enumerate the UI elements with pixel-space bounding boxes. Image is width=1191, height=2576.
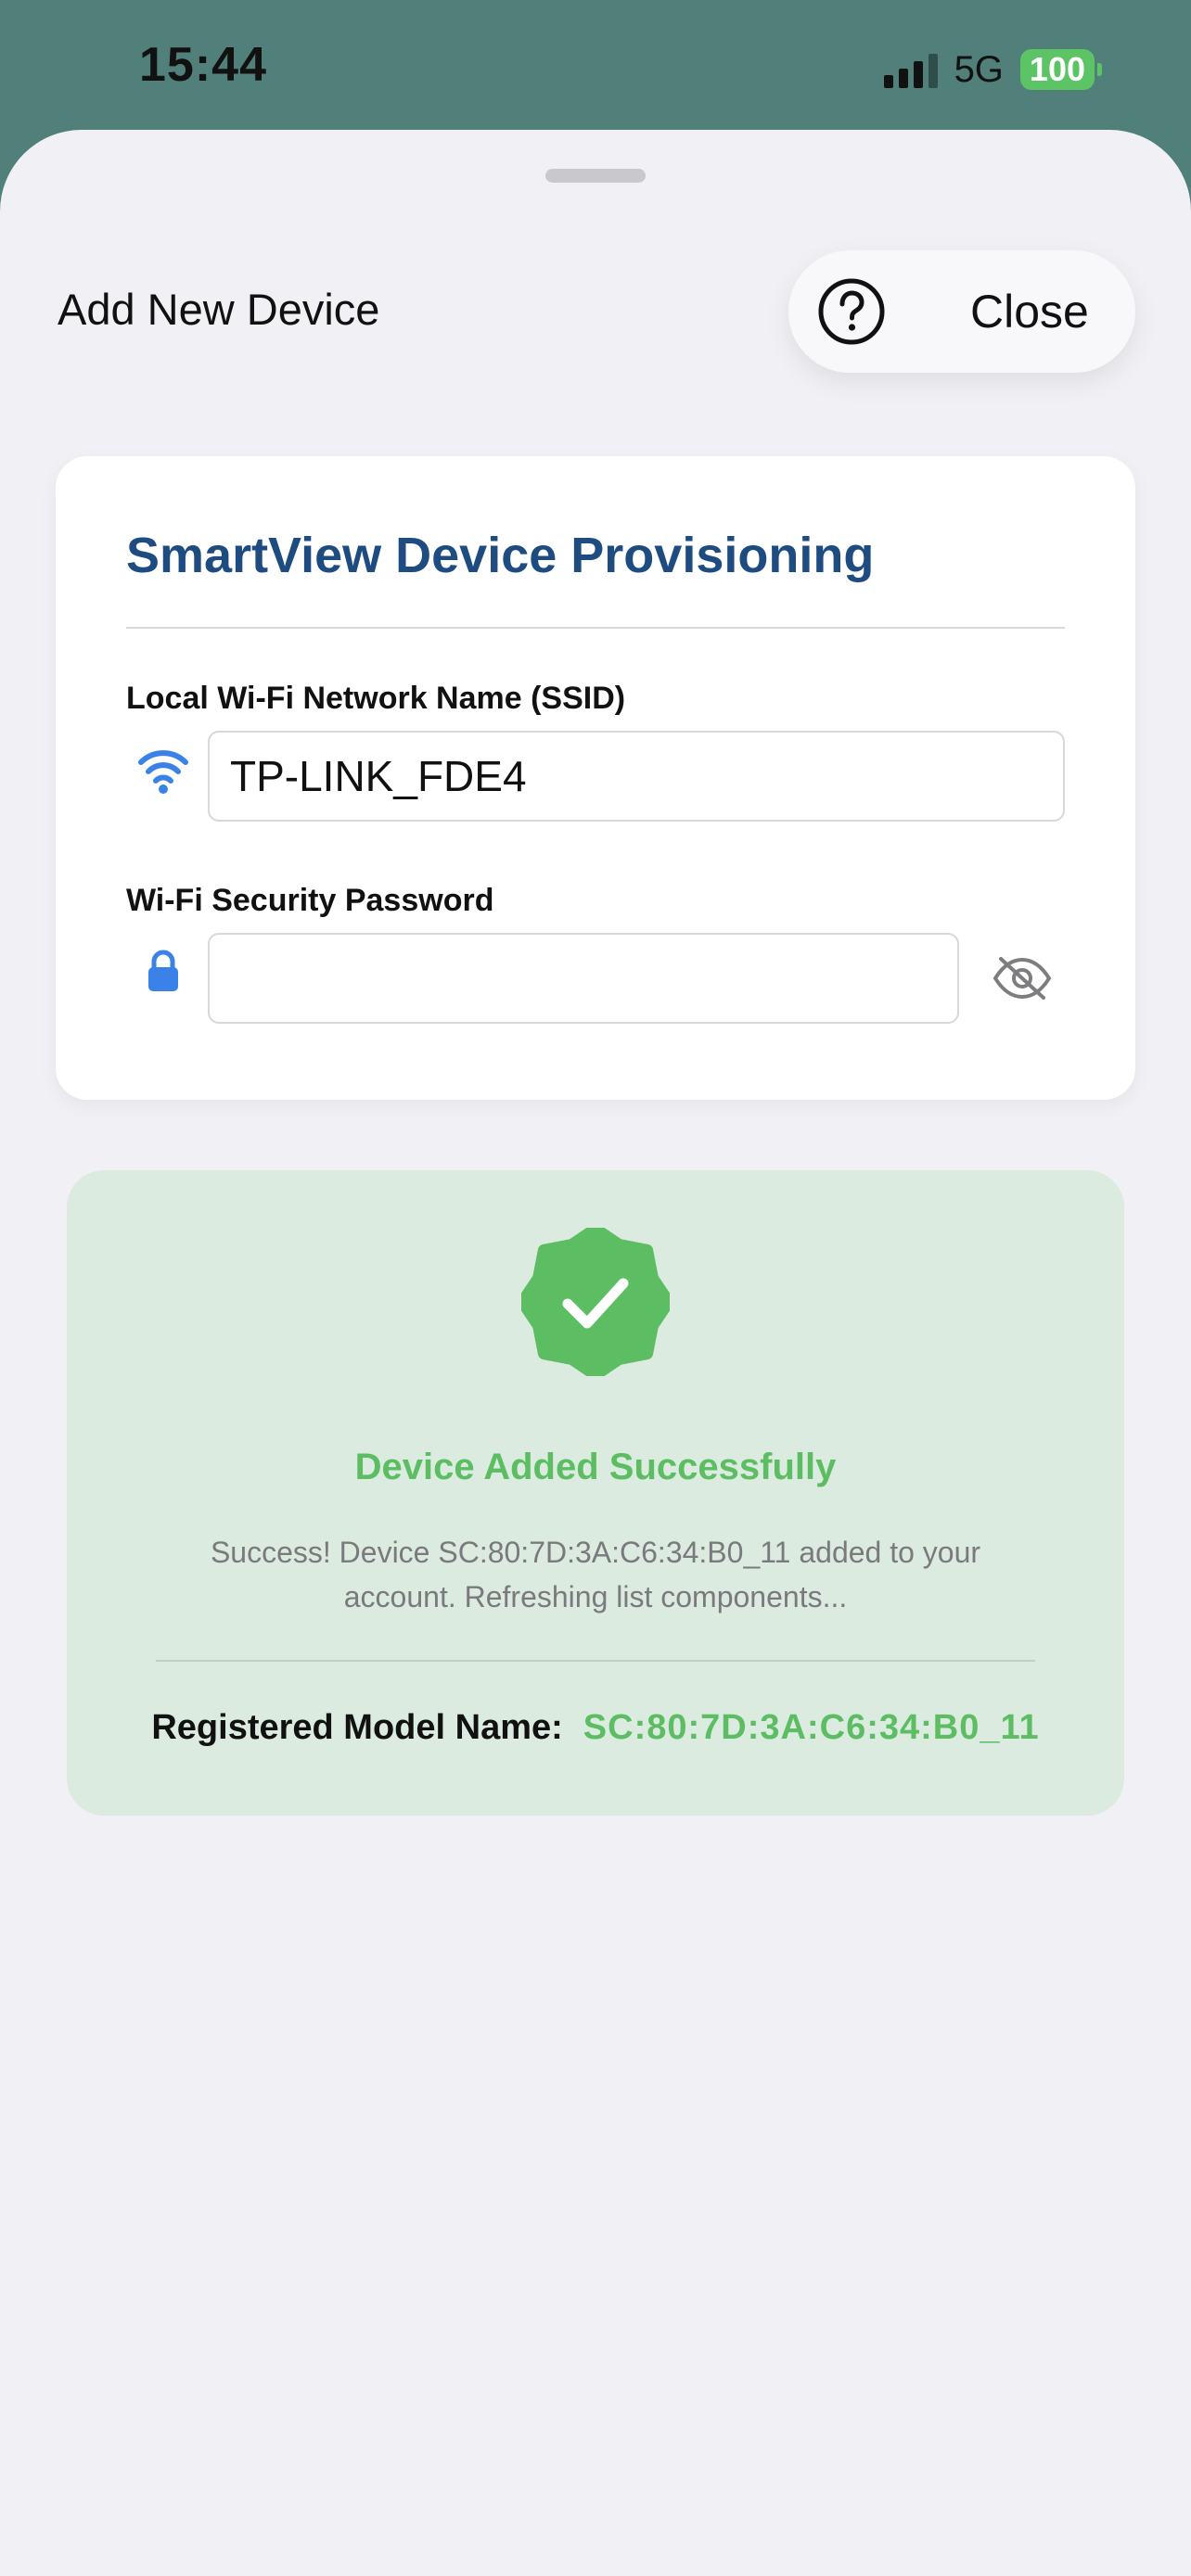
status-time: 15:44 xyxy=(139,38,267,92)
sheet-grabber[interactable] xyxy=(545,169,646,183)
network-type: 5G xyxy=(954,48,1004,90)
provisioning-card: SmartView Device Provisioning Local Wi-F… xyxy=(56,456,1135,1100)
signal-icon xyxy=(883,51,938,88)
wifi-icon xyxy=(126,733,200,807)
password-input[interactable] xyxy=(208,933,959,1024)
status-bar: 15:44 5G 100 xyxy=(0,0,1191,130)
success-divider xyxy=(156,1660,1035,1662)
help-button[interactable] xyxy=(807,267,896,356)
eye-slash-icon xyxy=(992,957,1052,1000)
success-message: Success! Device SC:80:7D:3A:C6:34:B0_11 … xyxy=(210,1536,981,1613)
success-title: Device Added Successfully xyxy=(354,1447,837,1487)
header-controls: Close xyxy=(788,250,1135,373)
battery-level: 100 xyxy=(1019,49,1095,90)
check-badge-icon xyxy=(521,1228,670,1376)
model-label: Registered Model Name: xyxy=(151,1708,563,1747)
add-device-sheet: Add New Device Close SmartView Device Pr… xyxy=(0,130,1191,2576)
lock-icon xyxy=(126,935,200,1009)
ssid-label: Local Wi-Fi Network Name (SSID) xyxy=(126,681,626,716)
card-divider xyxy=(126,627,1065,629)
battery-icon: 100 xyxy=(1019,49,1102,90)
close-button[interactable]: Close xyxy=(970,285,1089,338)
model-value: SC:80:7D:3A:C6:34:B0_11 xyxy=(583,1708,1040,1747)
password-visibility-toggle[interactable] xyxy=(989,948,1056,1009)
card-title: SmartView Device Provisioning xyxy=(126,528,875,583)
question-circle-icon xyxy=(818,278,885,345)
success-panel: Device Added Successfully Success! Devic… xyxy=(67,1170,1124,1816)
ssid-input[interactable] xyxy=(208,731,1065,822)
password-label: Wi-Fi Security Password xyxy=(126,883,494,918)
registered-model-row: Registered Model Name: SC:80:7D:3A:C6:34… xyxy=(67,1708,1124,1748)
status-indicators: 5G 100 xyxy=(883,46,1102,93)
sheet-title: Add New Device xyxy=(58,285,380,334)
